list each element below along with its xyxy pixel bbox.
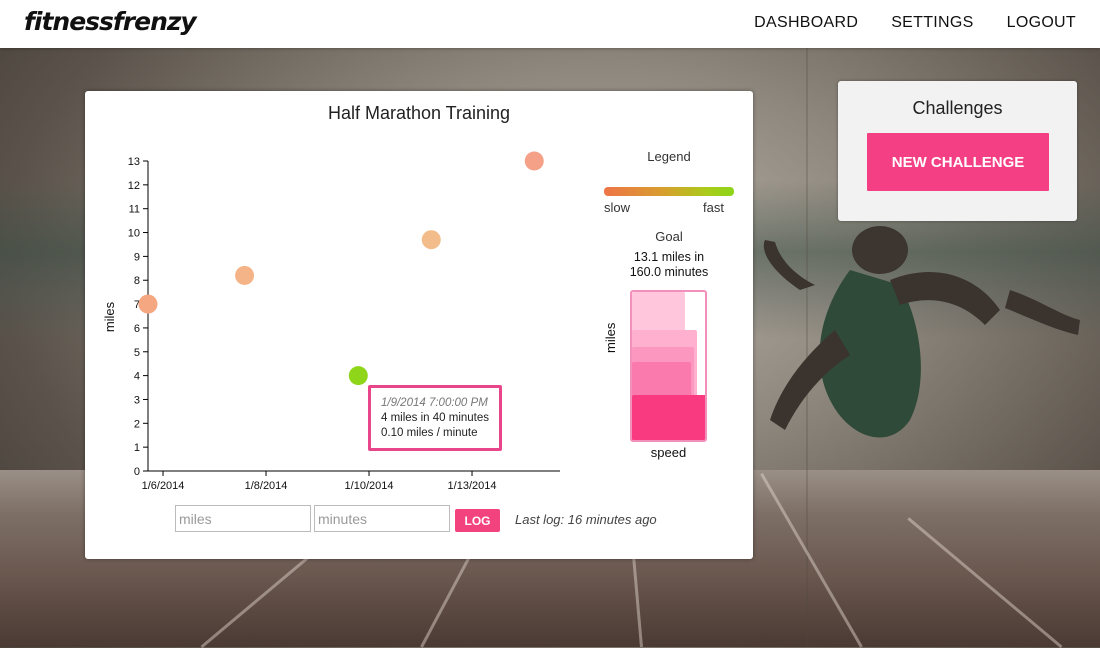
navbar: fitnessfrenzy DASHBOARD SETTINGS LOGOUT [0, 0, 1100, 48]
legend-fast-label: fast [703, 200, 724, 215]
goal-y-label: miles [603, 322, 618, 353]
data-point [421, 230, 441, 250]
nav-menu: DASHBOARD SETTINGS LOGOUT [754, 14, 1076, 32]
legend-title: Legend [647, 149, 691, 164]
data-point [235, 265, 255, 285]
point-tooltip: 1/9/2014 7:00:00 PM 4 miles in 40 minute… [368, 385, 502, 451]
y-tick-label: 5 [134, 347, 140, 359]
logo[interactable]: fitnessfrenzy [24, 7, 197, 36]
y-tick-label: 2 [134, 418, 140, 430]
y-tick-label: 0 [134, 466, 140, 478]
nav-dashboard-link[interactable]: DASHBOARD [754, 14, 858, 32]
y-tick-label: 11 [129, 204, 140, 216]
nav-settings-link[interactable]: SETTINGS [891, 14, 973, 32]
y-tick-label: 8 [134, 275, 140, 287]
y-tick-label: 4 [134, 371, 140, 383]
x-tick-label: 1/10/2014 [345, 480, 394, 492]
goal-x-label: speed [650, 445, 687, 460]
legend-gradient-bar [604, 187, 734, 196]
training-card: Half Marathon Training 0 1 2 3 4 5 6 7 8 9 10 11 12 1… [85, 91, 753, 559]
data-point [138, 294, 158, 314]
y-tick-label: 12 [128, 180, 140, 192]
goal-fill-layer [632, 395, 705, 440]
y-tick-label: 13 [128, 156, 140, 168]
goal-distance: 13.1 miles in [633, 250, 705, 264]
y-axis-label: miles [102, 301, 117, 332]
goal-title: Goal [655, 229, 683, 244]
log-button[interactable]: LOG [455, 509, 500, 532]
y-tick-label: 9 [134, 251, 140, 263]
x-tick-label: 1/6/2014 [142, 480, 185, 492]
data-point [524, 151, 544, 171]
x-tick-label: 1/13/2014 [448, 480, 497, 492]
runner-silhouette [763, 226, 1080, 438]
new-challenge-button[interactable]: NEW CHALLENGE [867, 133, 1049, 191]
challenges-title: Challenges [912, 98, 1003, 118]
chart-points [138, 151, 544, 386]
miles-input[interactable] [175, 505, 311, 532]
y-tick-label: 1 [134, 442, 140, 454]
last-log-status: Last log: 16 minutes ago [515, 512, 657, 527]
goal-time: 160.0 minutes [629, 265, 709, 279]
y-tick-label: 6 [134, 323, 140, 335]
x-tick-label: 1/8/2014 [245, 480, 288, 492]
goal-progress-chart [630, 290, 707, 442]
challenges-card: Challenges NEW CHALLENGE [838, 81, 1077, 221]
tooltip-distance-time: 4 miles in 40 minutes [381, 412, 490, 424]
data-point [348, 366, 368, 386]
y-tick-label: 3 [134, 394, 140, 406]
y-tick-label: 10 [128, 228, 140, 240]
minutes-input[interactable] [314, 505, 450, 532]
nav-logout-link[interactable]: LOGOUT [1007, 14, 1076, 32]
tooltip-pace: 0.10 miles / minute [381, 427, 478, 439]
legend-slow-label: slow [604, 200, 631, 215]
tooltip-date: 1/9/2014 7:00:00 PM [381, 397, 488, 409]
